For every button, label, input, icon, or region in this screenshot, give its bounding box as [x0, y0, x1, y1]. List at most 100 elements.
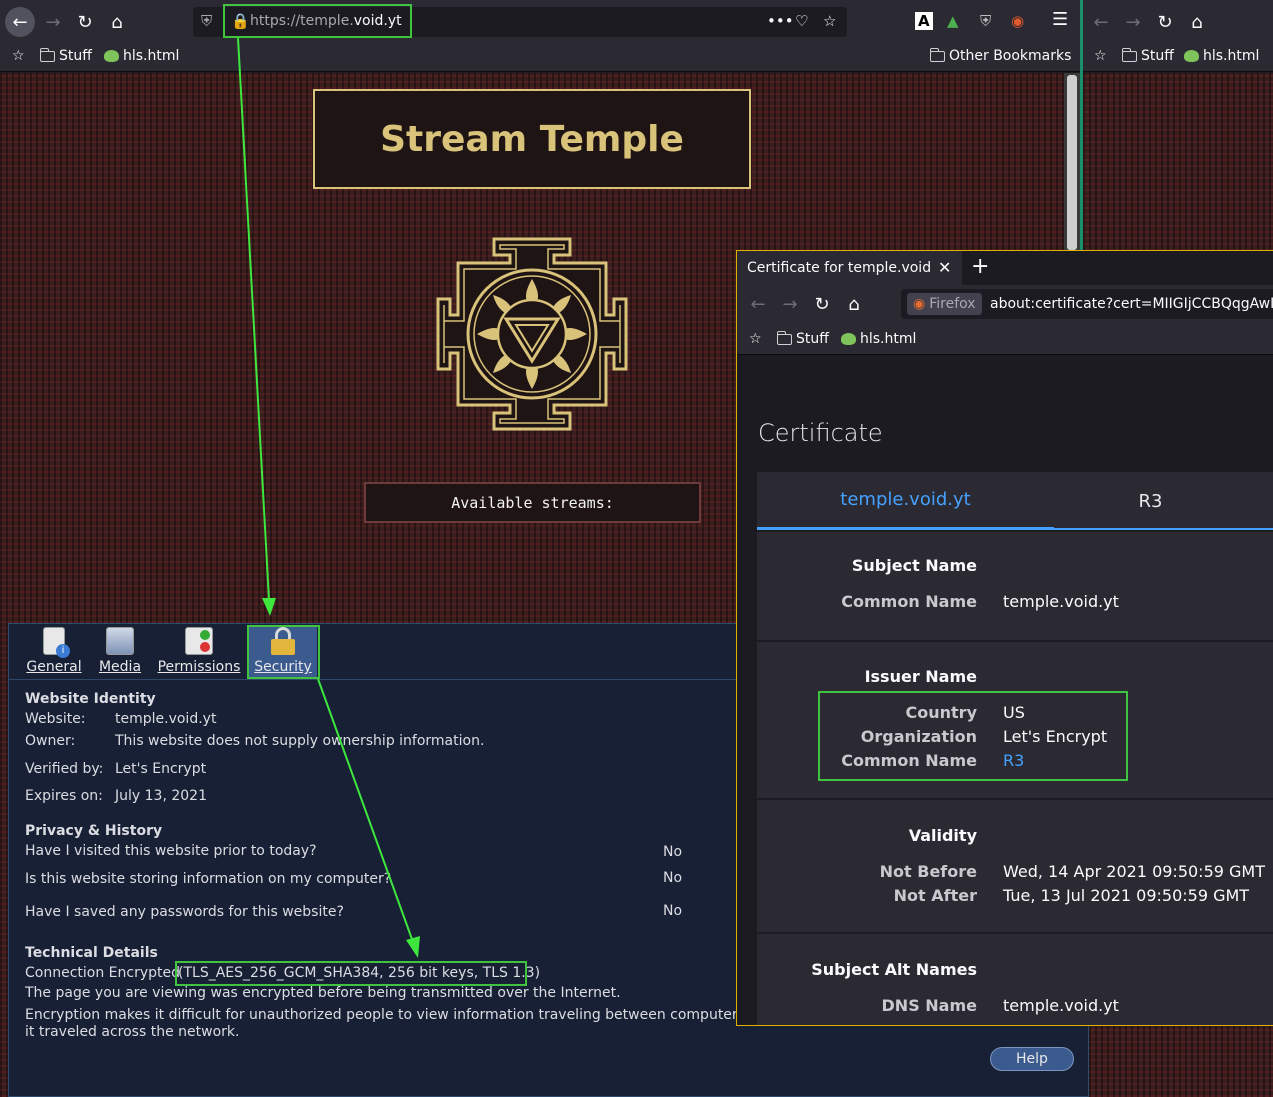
subject-alt-names-title: Subject Alt Names: [811, 960, 977, 979]
available-streams-label: Available streams:: [451, 493, 614, 512]
reload-icon[interactable]: ↻: [1150, 7, 1180, 37]
frog-icon: [1184, 50, 1199, 62]
bookmark-stuff[interactable]: Stuff: [776, 330, 829, 347]
privacy-question: Have I visited this website prior to tod…: [25, 843, 317, 859]
verified-value: Let's Encrypt: [115, 761, 207, 777]
privacy-answer: No: [663, 870, 683, 886]
common-name-label: Common Name: [841, 592, 977, 611]
not-after-label: Not After: [893, 886, 977, 905]
bookmark-star-icon[interactable]: ☆: [12, 48, 25, 64]
bookmark-star-icon[interactable]: ☆: [1094, 48, 1107, 64]
folder-icon: [776, 330, 792, 345]
validity-section: Validity Not Before Wed, 14 Apr 2021 09:…: [757, 800, 1273, 932]
cert-url-text[interactable]: about:certificate?cert=MIIGIjCCBQqgAwI: [990, 296, 1273, 312]
cert-tab[interactable]: Certificate for temple.void.y ✕: [737, 251, 962, 285]
pocket-icon[interactable]: ♡: [795, 12, 808, 30]
bookmark-star-icon[interactable]: ☆: [749, 331, 762, 347]
cipher-highlight-box: [175, 961, 527, 986]
issuer-name-title: Issuer Name: [864, 667, 977, 686]
subject-name-section: Subject Name Common Name temple.void.yt: [757, 532, 1273, 640]
back-icon[interactable]: ←: [5, 7, 35, 37]
media-icon: [106, 627, 134, 655]
available-streams-box: Available streams:: [364, 482, 701, 523]
extension-a-icon[interactable]: A: [915, 12, 933, 30]
firefox-icon: ◉: [913, 296, 926, 312]
reload-icon[interactable]: ↻: [70, 7, 100, 37]
tab-media[interactable]: Media: [96, 626, 144, 678]
tab-leaf-cert[interactable]: temple.void.yt: [757, 472, 1054, 530]
forward-icon[interactable]: →: [775, 289, 805, 319]
encryption-explanation: Encryption makes it difficult for unauth…: [25, 1007, 772, 1023]
extension-fire-icon[interactable]: ◉: [1011, 12, 1024, 30]
frog-icon: [104, 50, 119, 62]
extension-fox-icon[interactable]: ▲: [947, 12, 959, 30]
reload-icon[interactable]: ↻: [807, 289, 837, 319]
privacy-answer: No: [663, 903, 683, 919]
dns-name-label: DNS Name: [881, 996, 977, 1015]
privacy-question: Have I saved any passwords for this webs…: [25, 904, 344, 920]
home-icon[interactable]: ⌂: [102, 7, 132, 37]
yantra-logo-icon: [436, 237, 628, 431]
forward-icon[interactable]: →: [1118, 7, 1148, 37]
not-after-value: Tue, 13 Jul 2021 09:50:59 GMT: [1003, 886, 1250, 905]
verified-label: Verified by:: [25, 761, 104, 777]
close-icon[interactable]: ✕: [938, 258, 951, 277]
page-title-box: Stream Temple: [313, 89, 751, 189]
not-before-value: Wed, 14 Apr 2021 09:50:59 GMT: [1003, 862, 1265, 881]
folder-icon: [1121, 47, 1137, 62]
new-tab-icon[interactable]: +: [971, 254, 989, 279]
home-icon[interactable]: ⌂: [839, 289, 869, 319]
certificate-heading: Certificate: [758, 419, 883, 447]
cert-tab-title[interactable]: Certificate for temple.void.y: [747, 260, 932, 276]
owner-label: Owner:: [25, 733, 76, 749]
expires-value: July 13, 2021: [115, 788, 207, 804]
security-tab-highlight: [247, 625, 320, 679]
identity-badge[interactable]: ◉ Firefox: [907, 293, 982, 315]
frog-icon: [841, 333, 856, 345]
subject-alt-names-section: Subject Alt Names DNS Name temple.void.y…: [757, 934, 1273, 1025]
owner-value: This website does not supply ownership i…: [115, 733, 485, 749]
folder-icon: [929, 47, 945, 62]
help-button[interactable]: Help: [990, 1047, 1074, 1071]
cert-tabs: temple.void.yt R3: [757, 472, 1273, 530]
forward-icon[interactable]: →: [38, 7, 68, 37]
tab-permissions[interactable]: Permissions: [157, 626, 241, 678]
validity-title: Validity: [908, 826, 977, 845]
shield-icon[interactable]: ⛨: [201, 12, 212, 30]
bookmark-stuff[interactable]: Stuff: [1121, 47, 1174, 64]
star-icon[interactable]: ☆: [823, 12, 836, 30]
more-icon[interactable]: •••: [767, 12, 794, 30]
bookmark-hls[interactable]: hls.html: [1184, 48, 1259, 64]
common-name-value: temple.void.yt: [1003, 592, 1119, 611]
certificate-window: Certificate for temple.void.y ✕ + ← → ↻ …: [736, 250, 1273, 1026]
bookmark-hls[interactable]: hls.html: [104, 48, 179, 64]
tab-issuer-cert[interactable]: R3: [1054, 472, 1247, 530]
privacy-answer: No: [663, 844, 683, 860]
bookmark-other[interactable]: Other Bookmarks: [929, 47, 1071, 64]
back-icon[interactable]: ←: [743, 289, 773, 319]
scrollbar-thumb[interactable]: [1067, 75, 1077, 250]
general-info-icon: i: [43, 627, 70, 658]
encryption-explanation-cont: it traveled across the network.: [25, 1024, 240, 1040]
tab-general[interactable]: i General: [26, 626, 82, 678]
ublock-icon[interactable]: ⛨: [980, 12, 991, 30]
issuer-highlight-box: [818, 691, 1128, 781]
privacy-question: Is this website storing information on m…: [25, 871, 392, 887]
bookmark-stuff[interactable]: Stuff: [39, 47, 92, 64]
subject-name-title: Subject Name: [851, 556, 977, 575]
encryption-note: The page you are viewing was encrypted b…: [25, 985, 621, 1001]
home-icon[interactable]: ⌂: [1182, 7, 1212, 37]
page-title: Stream Temple: [380, 118, 684, 160]
website-value: temple.void.yt: [115, 711, 217, 727]
permissions-icon: [185, 627, 213, 655]
bookmark-hls[interactable]: hls.html: [841, 331, 916, 347]
expires-label: Expires on:: [25, 788, 103, 804]
website-identity-heading: Website Identity: [25, 691, 156, 707]
folder-icon: [39, 47, 55, 62]
back-icon[interactable]: ←: [1086, 7, 1116, 37]
url-highlight-box: [223, 4, 412, 38]
connection-encrypted-label: Connection Encrypted: [25, 965, 180, 981]
cert-tabs-underline: [757, 528, 1273, 530]
menu-icon[interactable]: ☰: [1052, 9, 1068, 30]
dns-name-value: temple.void.yt: [1003, 996, 1119, 1015]
